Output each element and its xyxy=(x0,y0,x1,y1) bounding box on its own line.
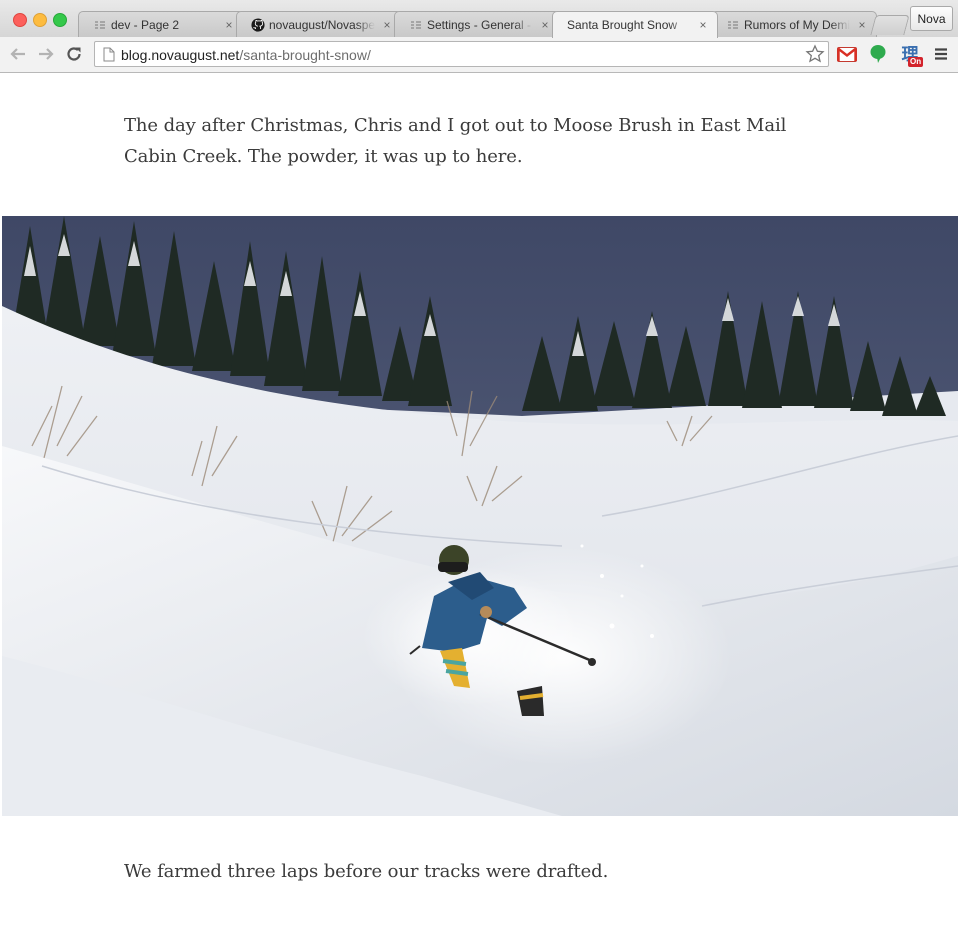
dictionary-icon[interactable]: 理 On xyxy=(899,43,924,67)
close-window-button[interactable] xyxy=(13,13,27,27)
dictionary-on-badge: On xyxy=(908,57,924,67)
tab-title: Rumors of My Demi xyxy=(744,17,850,32)
gmail-icon[interactable] xyxy=(836,43,858,65)
url-domain: blog.novaugust.net xyxy=(121,47,240,63)
tab-santa-brought-snow[interactable]: Santa Brought Snow × xyxy=(552,11,718,38)
close-icon[interactable]: × xyxy=(539,18,551,32)
profile-button[interactable]: Nova xyxy=(910,6,953,31)
bookmark-star-icon[interactable] xyxy=(805,44,825,64)
reload-button[interactable] xyxy=(63,43,85,65)
minimize-window-button[interactable] xyxy=(33,13,47,27)
tab-dev-page-2[interactable]: dev - Page 2 × xyxy=(78,11,244,37)
github-icon xyxy=(251,17,265,32)
tab-title: novaugust/Novaspe xyxy=(269,17,375,32)
back-arrow-icon xyxy=(10,48,25,60)
address-bar[interactable]: blog.novaugust.net/santa-brought-snow/ xyxy=(94,41,829,67)
article-paragraph-laps: We farmed three laps before our tracks w… xyxy=(124,861,609,882)
browser-toolbar: blog.novaugust.net/santa-brought-snow/ 理… xyxy=(0,37,958,73)
speech-bubble-icon[interactable] xyxy=(867,43,889,65)
new-tab-button[interactable] xyxy=(870,15,910,35)
reload-icon xyxy=(67,47,81,61)
close-icon[interactable]: × xyxy=(381,18,393,32)
tab-title: dev - Page 2 xyxy=(111,17,180,32)
url-path: /santa-brought-snow/ xyxy=(239,47,371,63)
forward-button[interactable] xyxy=(35,43,57,65)
chrome-menu-icon[interactable] xyxy=(930,43,952,65)
page-content: The day after Christmas, Chris and I got… xyxy=(0,73,958,929)
close-icon[interactable]: × xyxy=(223,18,235,32)
page-icon xyxy=(409,18,423,32)
forward-arrow-icon xyxy=(39,48,54,60)
page-icon xyxy=(103,47,115,62)
zoom-window-button[interactable] xyxy=(53,13,67,27)
page-icon xyxy=(93,18,107,32)
url-text[interactable]: blog.novaugust.net/santa-brought-snow/ xyxy=(121,47,371,63)
close-icon[interactable]: × xyxy=(697,18,709,32)
tab-settings-general[interactable]: Settings - General - × xyxy=(394,11,560,37)
tab-rumors-of-my-demise[interactable]: Rumors of My Demi × xyxy=(711,11,877,37)
close-icon[interactable]: × xyxy=(856,18,868,32)
tab-title: Santa Brought Snow xyxy=(567,18,678,32)
article-paragraph-intro: The day after Christmas, Chris and I got… xyxy=(124,115,787,167)
tab-github-novaugust[interactable]: novaugust/Novaspe × xyxy=(236,11,402,37)
skier-in-powder-photo xyxy=(2,216,958,816)
tab-title: Settings - General - xyxy=(427,17,532,32)
title-bar: dev - Page 2 × novaugust/Novaspe × Setti… xyxy=(0,0,958,38)
page-icon xyxy=(726,18,740,32)
back-button[interactable] xyxy=(7,43,29,65)
